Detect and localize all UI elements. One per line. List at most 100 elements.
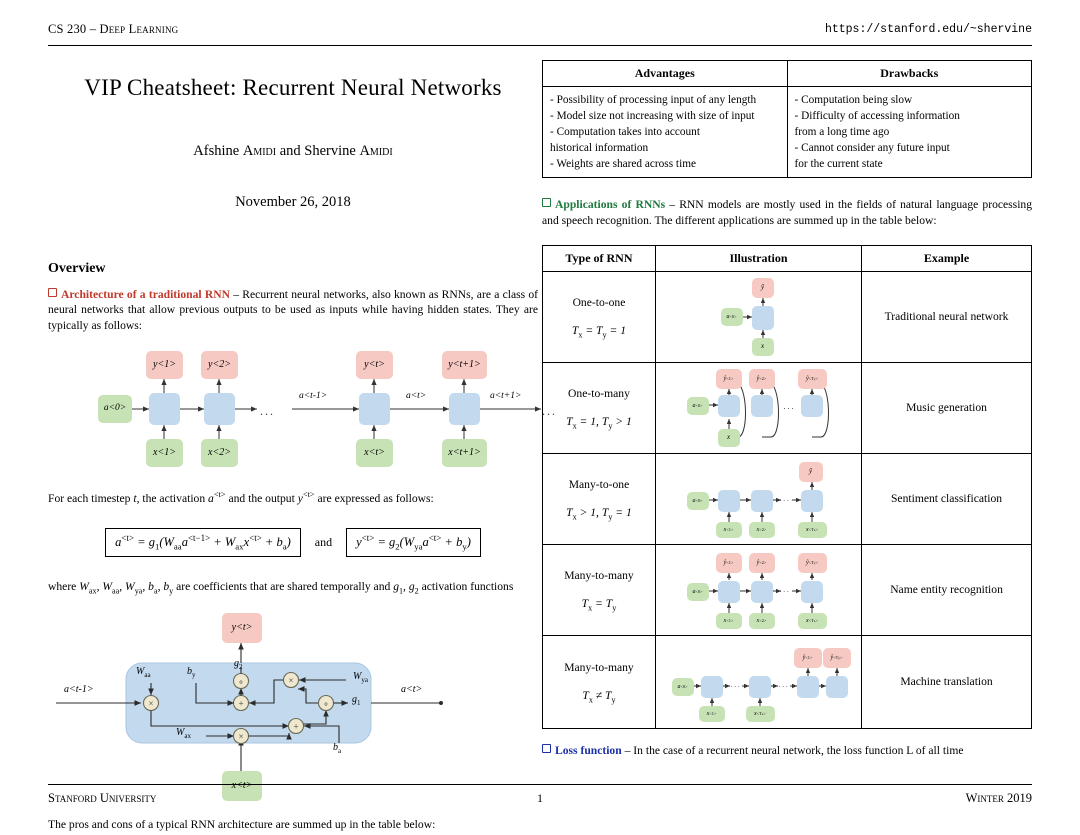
label-ba: ba [333,742,342,756]
pros-cons-table: Advantages Drawbacks - Possibility of pr… [542,60,1032,179]
equation-output: y<t> = g2(Wyaa<t> + by) [346,528,481,558]
list-item: historical information [550,142,649,155]
node-a0: a<0> [686,491,709,510]
node-output-1: ŷ <1> [793,647,822,668]
node-input-t1: x<t+1> [442,439,487,468]
node-hidden-2 [748,675,771,698]
dims-label: Tx ≠ Ty [582,688,616,705]
cell-example: Sentiment classification [861,452,1032,545]
node-input-1: x<1> [698,705,725,722]
svg-text:+: + [238,699,243,709]
node-input-2: x<2> [748,521,775,538]
list-item: - Difficulty of accessing information [794,110,960,123]
timestep-text-b: , the activation [136,492,206,506]
list-item: - Model size not increasing with size of… [550,110,755,123]
cell-type: One-to-many Tx = 1, Ty > 1 [542,361,656,454]
node-hidden-1 [700,675,723,698]
node-hidden-4 [825,675,848,698]
node-input: x [717,428,740,447]
edge-label-t-1: a<t-1> [299,391,328,402]
list-item: - Possibility of processing input of any… [550,94,757,106]
loss-tag: Loss function [542,743,622,757]
node-hidden [751,305,774,330]
dims-label: Tx = 1, Ty > 1 [566,414,632,431]
node-input-1: x<1> [715,612,742,629]
label-waa: Waa [136,666,151,680]
page-title: VIP Cheatsheet: Recurrent Neural Network… [84,75,502,100]
node-hidden-1 [717,394,740,417]
node-input-2: x<2> [201,439,238,468]
cell-type: One-to-one Tx = Ty = 1 [542,270,656,363]
cell-example: Machine translation [861,634,1032,729]
applications-paragraph: Applications of RNNs – RNN models are mo… [542,197,1032,228]
type-label: Many-to-one [568,477,630,491]
equation-activation: a<t> = g1(Waaa<t−1> + Waxx<t> + ba) [105,528,301,558]
cell-output-y: y<t> [222,613,262,644]
node-output-n: ŷ <Ty> [797,552,827,573]
node-a0: a<0> [686,582,709,601]
coefficients-paragraph: where Wax, Waa, Wya, ba, by are coeffici… [48,580,514,596]
diagram-one-to-many: a <0> ŷ <1> ŷ <2> ŷ <Ty> x ... [685,368,833,447]
node-hidden-n [800,580,823,603]
ellipsis: ... [779,585,791,594]
square-bullet-icon [542,198,551,208]
cell-type: Many-to-many Tx = Ty [542,543,656,636]
node-a0: a<0> [98,395,132,424]
node-output-2: ŷ <2> [748,368,775,389]
table-row: Many-to-many Tx ≠ Ty a <0> ŷ <1> ŷ <Ty> … [542,634,1032,729]
type-label: Many-to-many [564,568,634,582]
dims-label: Tx = Ty = 1 [571,323,626,340]
node-output-n: ŷ <Ty> [797,368,827,389]
col-example: Example [861,244,1032,272]
node-input-n: x <Tx> [797,521,827,538]
unrolled-rnn-diagram: a<0> y<1> y<2> y<t> y<t+1> x<1> x<2> x<t… [94,347,555,468]
header-rule [48,45,1032,46]
right-column: Advantages Drawbacks - Possibility of pr… [542,60,1032,758]
col-advantages: Advantages [542,60,788,87]
svg-text:×: × [238,732,243,742]
cell-illustration: a <0> ŷ <1> ŷ <2> ŷ <Ty> x <1> x <2> x <Tx> ... [654,543,863,636]
list-item: - Cannot consider any future input [794,142,950,155]
node-input-1: x<1> [715,521,742,538]
square-bullet-icon [542,743,551,753]
node-output-1: y<1> [146,351,183,380]
node-hidden-3 [796,675,819,698]
cell-illustration: a <0> ŷ x [654,270,863,363]
table-row: Many-to-many Tx = Ty a <0> ŷ <1> ŷ <2> ŷ… [542,543,1032,636]
ellipsis: ... [783,401,796,411]
left-column: VIP Cheatsheet: Recurrent Neural Network… [48,60,555,833]
svg-text:∘: ∘ [323,699,329,709]
label-wya: Wya [353,671,368,685]
type-label: One-to-one [572,295,626,309]
ellipsis-2: ... [778,680,790,689]
source-url[interactable]: https://stanford.edu/~shervine [825,23,1032,36]
node-hidden-n [800,489,823,512]
node-a0: a<0> [686,396,709,415]
node-hidden-t1 [449,393,480,426]
svg-text:×: × [288,676,293,686]
cell-type: Many-to-one Tx > 1, Ty = 1 [542,452,656,545]
loss-text: – In the case of a recurrent neural netw… [624,743,964,757]
rnn-types-table: Type of RNN Illustration Example One-to-… [542,244,1032,729]
course-title: CS 230 – Deep Learning [48,22,179,36]
node-output-1: ŷ <1> [715,552,742,573]
diagram-one-to-one: a <0> ŷ x [719,277,799,356]
diagram-many-to-many-equal: a <0> ŷ <1> ŷ <2> ŷ <Ty> x <1> x <2> x <Tx> ... [685,551,833,629]
advantages-cell: - Possibility of processing input of any… [542,85,788,179]
node-input-n: x <Tx> [745,705,775,722]
label-by: by [187,666,196,680]
list-item: - Weights are shared across time [550,158,697,171]
table-row: One-to-many Tx = 1, Ty > 1 a <0> ŷ <1> ŷ… [542,361,1032,454]
page-footer: Stanford University 1 Winter 2019 [48,791,1032,811]
table-row: One-to-one Tx = Ty = 1 a <0> ŷ x Traditi… [542,270,1032,363]
table-header-row: Advantages Drawbacks [542,60,1032,87]
node-hidden-n [800,394,823,417]
authors: Afshine Amidi and Shervine Amidi [193,143,393,159]
cheatsheet-page: CS 230 – Deep Learning https://stanford.… [0,0,1080,835]
list-item: from a long time ago [794,126,890,139]
loss-paragraph: Loss function – In the case of a recurre… [542,743,1032,758]
col-drawbacks: Drawbacks [786,60,1032,87]
label-a-next: a<t> [401,684,423,696]
edge-label-t: a<t> [406,391,427,402]
edge-label-t1: a<t+1> [490,391,522,402]
